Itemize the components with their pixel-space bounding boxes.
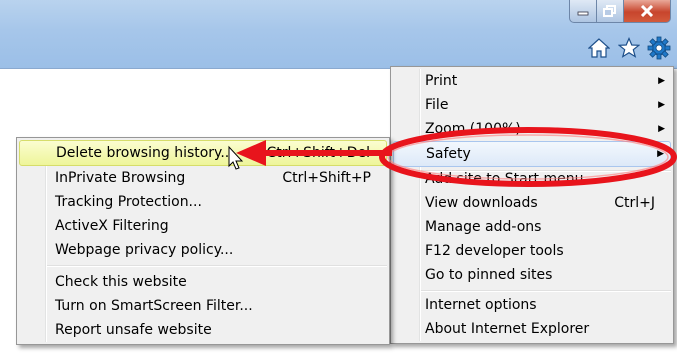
menu-item-label: Print [425,73,458,89]
minimize-icon [577,11,589,16]
menu-item-label: Go to pinned sites [425,267,553,283]
shortcut-label: Ctrl+Shift+Del [266,145,370,161]
window-caption-buttons [569,0,671,26]
menu-item-internet-options[interactable]: Internet options [391,293,673,317]
menu-item-check-website[interactable]: Check this website [17,270,389,294]
submenu-arrow-icon: ▶ [658,76,665,86]
minimize-button[interactable] [569,0,597,23]
menu-item-label: Add site to Start menu [425,171,584,187]
menu-item-label: Turn on SmartScreen Filter... [55,298,253,314]
menu-item-label: Webpage privacy policy... [55,242,234,258]
restore-button[interactable] [597,0,624,23]
menu-item-label: ActiveX Filtering [55,218,169,234]
menu-item-file[interactable]: File ▶ [391,93,673,117]
menu-item-tracking-protection[interactable]: Tracking Protection... [17,190,389,214]
menu-item-label: Internet options [425,297,537,313]
shortcut-label: Ctrl+Shift+P [282,170,371,186]
menu-item-label: Tracking Protection... [55,194,202,210]
close-icon [640,5,654,17]
menu-item-label: Delete browsing history... [56,145,234,161]
tools-menu: Print ▶ File ▶ Zoom (100%) ▶ Safety ▶ Add si… [390,66,674,344]
menu-item-zoom[interactable]: Zoom (100%) ▶ [391,117,673,141]
menu-item-label: Manage add-ons [425,219,542,235]
menu-item-label: File [425,97,449,113]
menu-item-smartscreen[interactable]: Turn on SmartScreen Filter... [17,294,389,318]
menu-item-label: Zoom (100%) [425,121,521,137]
menu-item-safety[interactable]: Safety ▶ [393,141,671,167]
menu-item-pinned-sites[interactable]: Go to pinned sites [391,263,673,287]
menu-item-inprivate[interactable]: InPrivate Browsing Ctrl+Shift+P [17,166,389,190]
menu-item-view-downloads[interactable]: View downloads Ctrl+J [391,191,673,215]
menu-item-f12-tools[interactable]: F12 developer tools [391,239,673,263]
home-button[interactable] [587,36,611,60]
menu-item-label: F12 developer tools [425,243,564,259]
menu-item-label: View downloads [425,195,538,211]
home-icon [588,38,610,58]
browser-title-bar [0,0,677,69]
submenu-arrow-icon: ▶ [658,100,665,110]
safety-submenu: Delete browsing history... Ctrl+Shift+Del… [16,137,390,345]
menu-item-add-to-start[interactable]: Add site to Start menu [391,167,673,191]
close-button[interactable] [624,0,671,23]
menu-item-privacy-policy[interactable]: Webpage privacy policy... [17,238,389,262]
menu-item-delete-history[interactable]: Delete browsing history... Ctrl+Shift+Del [19,140,387,166]
menu-separator [17,262,389,270]
favorites-star-icon [618,37,640,58]
command-icons [587,36,671,60]
menu-item-label: Safety [426,146,471,162]
submenu-arrow-icon: ▶ [658,124,665,134]
shortcut-label: Ctrl+J [614,195,655,211]
menu-item-label: Report unsafe website [55,322,212,338]
menu-item-activex-filtering[interactable]: ActiveX Filtering [17,214,389,238]
menu-item-manage-addons[interactable]: Manage add-ons [391,215,673,239]
favorites-button[interactable] [617,36,641,60]
menu-item-report-unsafe[interactable]: Report unsafe website [17,318,389,342]
tools-gear-icon [647,36,671,60]
submenu-arrow-icon: ▶ [657,149,664,159]
menu-item-label: About Internet Explorer [425,321,590,337]
menu-item-print[interactable]: Print ▶ [391,69,673,93]
menu-item-label: Check this website [55,274,187,290]
restore-icon [603,5,616,17]
menu-item-label: InPrivate Browsing [55,170,186,186]
tools-button[interactable] [647,36,671,60]
menu-item-about-ie[interactable]: About Internet Explorer [391,317,673,341]
